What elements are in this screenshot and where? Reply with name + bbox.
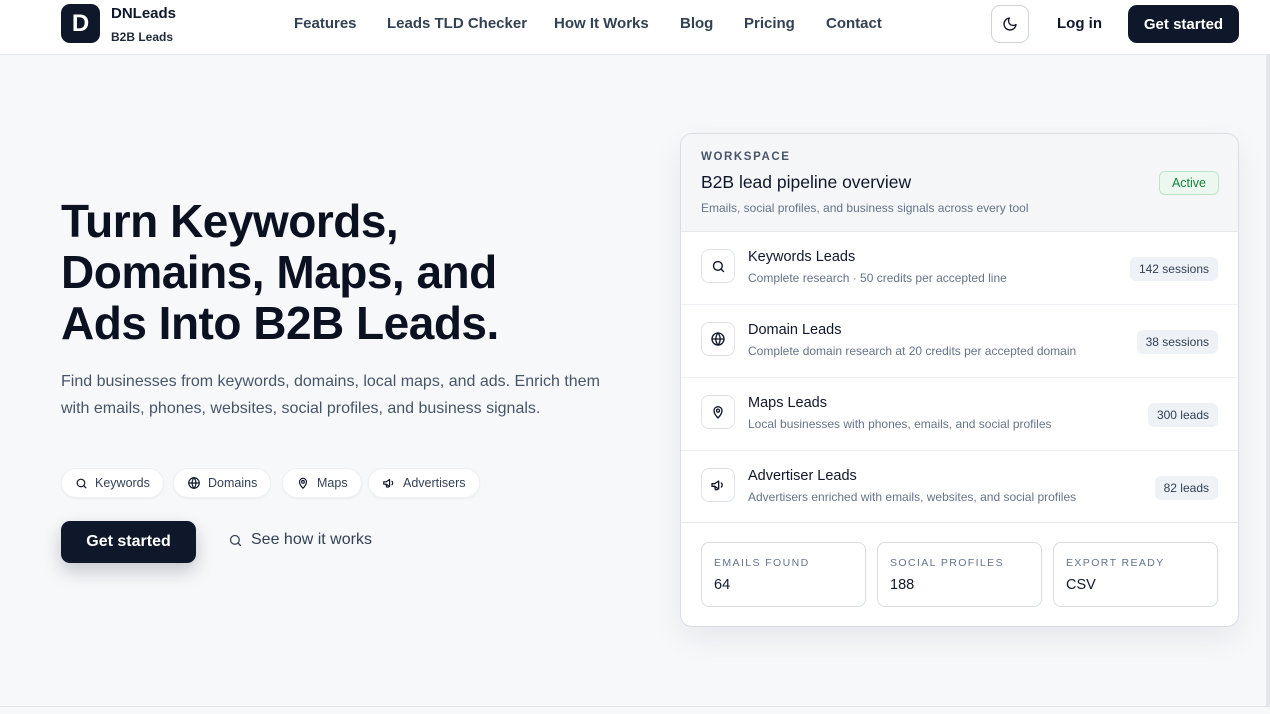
theme-toggle-button[interactable]	[991, 5, 1029, 43]
nav-link-features[interactable]: Features	[294, 15, 357, 32]
nav-link-blog[interactable]: Blog	[680, 15, 713, 32]
tool-icon-box	[701, 249, 735, 283]
tool-icon-box	[701, 322, 735, 356]
hero-title-line: Ads Into B2B Leads.	[61, 297, 499, 349]
logo-mark[interactable]: D	[61, 4, 100, 43]
tool-subtitle: Complete domain research at 20 credits p…	[748, 344, 1077, 358]
tool-row-maps[interactable]: Maps Leads Local businesses with phones,…	[681, 378, 1238, 451]
chip-keywords[interactable]: Keywords	[61, 468, 164, 498]
workspace-subtitle: Emails, social profiles, and business si…	[701, 201, 1029, 215]
tool-row-domain[interactable]: Domain Leads Complete domain research at…	[681, 305, 1238, 378]
hero-title-line: Turn Keywords,	[61, 195, 399, 247]
stat-value: 188	[890, 577, 915, 593]
workspace-card-header: WORKSPACE B2B lead pipeline overview Ema…	[681, 134, 1238, 232]
tool-count-badge: 142 sessions	[1129, 257, 1218, 281]
get-started-header-button[interactable]: Get started	[1128, 5, 1239, 43]
stat-value: 64	[714, 577, 731, 593]
nav-link-contact[interactable]: Contact	[826, 15, 882, 32]
nav-link-tld-checker[interactable]: Leads TLD Checker	[387, 15, 527, 32]
chip-advertisers[interactable]: Advertisers	[368, 468, 480, 498]
brand-name[interactable]: DNLeads	[111, 5, 176, 22]
chip-label: Domains	[208, 476, 258, 490]
tool-count-badge: 38 sessions	[1136, 330, 1218, 354]
map-pin-icon	[713, 406, 723, 419]
tool-subtitle: Advertisers enriched with emails, websit…	[748, 490, 1077, 504]
stat-label: EXPORT READY	[1066, 557, 1165, 569]
nav-link-pricing[interactable]: Pricing	[744, 15, 795, 32]
see-how-it-works-link[interactable]: See how it works	[228, 531, 372, 549]
chip-label: Keywords	[95, 476, 150, 490]
brand-tagline: B2B Leads	[111, 30, 174, 44]
tool-icon-box	[701, 468, 735, 502]
stat-emails-found: EMAILS FOUND 64	[701, 542, 866, 607]
stat-label: EMAILS FOUND	[714, 557, 810, 569]
tool-title: Maps Leads	[748, 395, 827, 411]
login-link[interactable]: Log in	[1057, 15, 1102, 32]
tool-subtitle: Complete research · 50 credits per accep…	[748, 271, 1007, 285]
hero-title: Turn Keywords, Domains, Maps, and Ads In…	[61, 196, 621, 349]
chip-domains[interactable]: Domains	[173, 468, 272, 498]
search-icon	[229, 534, 242, 546]
stat-social-profiles: SOCIAL PROFILES 188	[877, 542, 1042, 607]
tool-title: Domain Leads	[748, 322, 842, 338]
chip-label: Advertisers	[403, 476, 466, 490]
tool-row-advertiser[interactable]: Advertiser Leads Advertisers enriched wi…	[681, 451, 1238, 524]
chip-maps[interactable]: Maps	[282, 468, 362, 498]
workspace-title: B2B lead pipeline overview	[701, 172, 912, 192]
tool-subtitle: Local businesses with phones, emails, an…	[748, 417, 1052, 431]
workspace-label: WORKSPACE	[701, 151, 791, 163]
tool-count-badge: 82 leads	[1154, 476, 1218, 500]
megaphone-icon	[383, 478, 394, 488]
page-scrollbar[interactable]	[1266, 55, 1270, 706]
status-badge: Active	[1159, 171, 1219, 195]
stat-export-ready: EXPORT READY CSV	[1053, 542, 1218, 607]
tool-icon-box	[701, 395, 735, 429]
tool-title: Advertiser Leads	[748, 468, 857, 484]
globe-icon	[188, 476, 200, 490]
hero-title-line: Domains, Maps, and	[61, 246, 497, 298]
get-started-hero-button[interactable]: Get started	[61, 521, 196, 563]
tool-count-badge: 300 leads	[1147, 403, 1218, 427]
stat-value: CSV	[1066, 577, 1096, 593]
workspace-card: WORKSPACE B2B lead pipeline overview Ema…	[680, 133, 1239, 627]
globe-icon	[711, 331, 725, 347]
search-icon	[712, 260, 724, 272]
hero-description: Find businesses from keywords, domains, …	[61, 373, 600, 417]
stat-label: SOCIAL PROFILES	[890, 557, 1004, 569]
tool-row-keywords[interactable]: Keywords Leads Complete research · 50 cr…	[681, 232, 1238, 305]
tool-title: Keywords Leads	[748, 249, 856, 265]
top-nav-bar: D DNLeads B2B Leads Features Leads TLD C…	[0, 0, 1270, 55]
nav-link-how-it-works[interactable]: How It Works	[554, 15, 649, 32]
moon-icon	[1003, 17, 1017, 31]
search-icon	[76, 478, 87, 488]
see-how-label: See how it works	[251, 531, 372, 548]
stats-divider	[681, 522, 1238, 523]
megaphone-icon	[711, 480, 723, 491]
section-divider	[0, 706, 1270, 707]
chip-label: Maps	[317, 476, 348, 490]
map-pin-icon	[298, 477, 308, 489]
